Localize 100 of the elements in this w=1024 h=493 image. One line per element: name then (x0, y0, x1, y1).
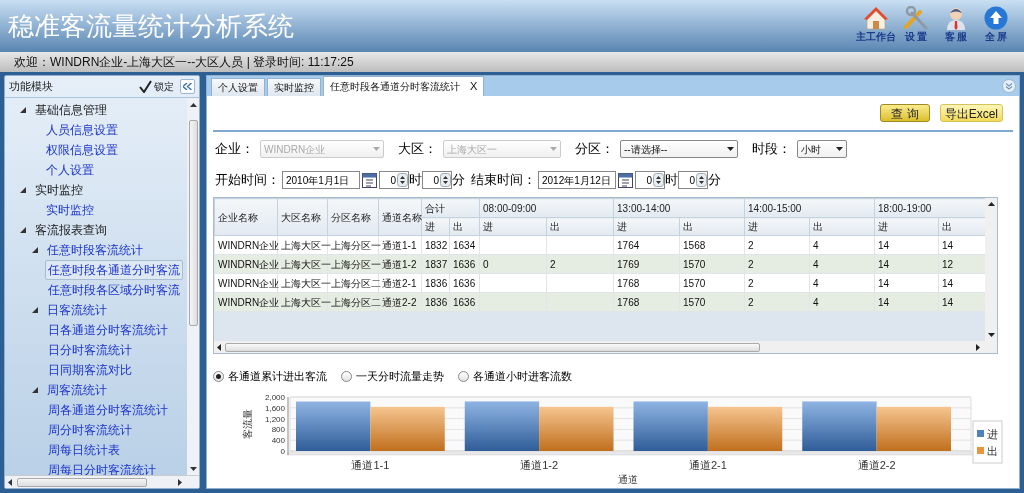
toolbar-button[interactable]: 全 屏 (976, 6, 1016, 42)
tree-item[interactable]: 人员信息设置 (43, 120, 121, 140)
date-field[interactable]: 2010年1月1日 (282, 171, 360, 189)
unit-label: 分 (452, 171, 465, 190)
toolbar-button[interactable]: 设 置 (896, 6, 936, 42)
table-cell: WINDRN企业 (214, 235, 278, 255)
radio-button[interactable] (213, 370, 224, 382)
spinner-field[interactable]: 0 (678, 171, 708, 189)
table-cell: 1568 (679, 235, 745, 255)
date-field[interactable]: 2012年1月12日 (538, 171, 616, 189)
tree-item[interactable]: 周客流统计 (45, 380, 109, 400)
y-tick-label: 400 (271, 435, 285, 445)
action-button[interactable]: 导出Excel (939, 104, 1003, 122)
dropdown-caret-icon[interactable] (727, 147, 734, 151)
unit-label: 时 (665, 171, 678, 190)
column-header: 18:00-19:00 (874, 198, 985, 218)
tree-item[interactable]: 基础信息管理 (33, 100, 109, 120)
x-tick-label: 通道2-1 (688, 458, 727, 471)
table-cell: 1636 (449, 254, 480, 274)
expand-toggle-icon[interactable] (19, 186, 27, 194)
tree-item[interactable]: 个人设置 (43, 160, 97, 180)
tree-item[interactable]: 客流报表查询 (33, 220, 109, 240)
toolbar-button[interactable]: 主工作台 (856, 6, 896, 42)
app-title: 稳准客流量统计分析系统 (8, 10, 294, 43)
tree-item[interactable]: 日同期客流对比 (45, 360, 135, 380)
action-button[interactable]: 查 询 (880, 104, 930, 122)
expand-icon[interactable] (1002, 79, 1016, 93)
dropdown-caret-icon[interactable] (836, 147, 843, 151)
spin-arrows-icon[interactable] (397, 173, 408, 187)
tab[interactable]: 个人设置 (211, 78, 265, 96)
unit-label: 时 (409, 171, 422, 190)
vertical-scrollbar[interactable] (187, 98, 199, 475)
calendar-icon[interactable] (362, 172, 377, 188)
lock-checkbox[interactable] (139, 80, 152, 93)
tree-item[interactable]: 周每日分时客流统计 (45, 460, 159, 475)
radio-button[interactable] (458, 370, 469, 382)
scrollbar-thumb[interactable] (188, 120, 198, 326)
close-tab-button[interactable]: X (470, 78, 478, 95)
tree-item[interactable]: 周各通道分时客流统计 (45, 400, 171, 420)
column-header: 大区名称 (277, 198, 328, 236)
tree-item[interactable]: 实时监控 (43, 200, 97, 220)
filter-label: 企业： (215, 140, 254, 159)
table-cell: 2 (744, 292, 810, 312)
tree-item[interactable]: 日各通道分时客流统计 (45, 320, 171, 340)
column-header: 分区名称 (327, 198, 379, 236)
tab[interactable]: 实时监控 (267, 78, 321, 96)
select-field[interactable]: --请选择-- (620, 140, 738, 158)
table-cell: 1764 (613, 235, 680, 255)
horizontal-scrollbar[interactable] (5, 475, 199, 488)
tree-item[interactable]: 任意时段各通道分时客流 (45, 260, 183, 280)
expand-toggle-icon[interactable] (31, 306, 39, 314)
tab[interactable]: 任意时段各通道分时客流统计 X (323, 76, 485, 96)
table-cell: 4 (809, 235, 875, 255)
tree-item[interactable]: 日分时客流统计 (45, 340, 135, 360)
expand-toggle-icon[interactable] (31, 246, 39, 254)
tree-item[interactable]: 任意时段客流统计 (45, 240, 145, 260)
spinner-field[interactable]: 0 (635, 171, 665, 189)
tree-item[interactable]: 权限信息设置 (43, 140, 121, 160)
collapse-icon (183, 83, 192, 90)
table-cell: 0 (479, 254, 547, 274)
select-field[interactable]: 小时 (797, 140, 847, 158)
table-cell: 14 (874, 273, 939, 293)
expand-toggle-icon[interactable] (31, 386, 39, 394)
scrollbar-thumb[interactable] (17, 477, 147, 487)
spin-arrows-icon[interactable] (696, 173, 707, 187)
scroll-left-icon (8, 478, 12, 486)
scrollbar-thumb[interactable] (225, 342, 760, 352)
horizontal-scrollbar[interactable] (214, 341, 997, 353)
vertical-scrollbar[interactable] (985, 198, 997, 341)
tree-item[interactable]: 周分时客流统计 (45, 420, 135, 440)
tree-item[interactable]: 周每日统计表 (45, 440, 123, 460)
tree-item[interactable]: 日客流统计 (45, 300, 109, 320)
y-tick-label: 0 (280, 446, 285, 456)
scroll-right-icon (976, 343, 980, 351)
radio-label: 各通道累计进出客流 (228, 369, 327, 384)
scroll-down-icon (987, 333, 995, 337)
table-cell: 2 (744, 254, 810, 274)
table-cell: 1636 (449, 273, 480, 293)
table-cell: 1634 (449, 235, 480, 255)
expand-toggle-icon[interactable] (19, 226, 27, 234)
table-cell: 2 (744, 273, 810, 293)
spin-arrows-icon[interactable] (440, 173, 451, 187)
tree-item[interactable]: 实时监控 (33, 180, 85, 200)
toolbar-button[interactable]: 客 服 (936, 6, 976, 42)
spinner-field[interactable]: 0 (379, 171, 409, 189)
radio-button[interactable] (341, 370, 352, 382)
legend-label: 出 (987, 444, 998, 457)
tools-icon (903, 6, 929, 30)
table-cell: 1768 (613, 292, 680, 312)
spin-arrows-icon[interactable] (653, 173, 664, 187)
tree-item[interactable]: 任意时段各区域分时客流 (45, 280, 183, 300)
legend-label: 进 (987, 427, 998, 440)
column-header: 08:00-09:00 (479, 198, 614, 218)
expand-toggle-icon[interactable] (19, 106, 27, 114)
spinner-field[interactable]: 0 (422, 171, 452, 189)
table-cell: 1768 (613, 273, 680, 293)
calendar-icon[interactable] (618, 172, 633, 188)
table-cell: 2 (744, 235, 810, 255)
time-label: 结束时间： (471, 171, 536, 190)
collapse-button[interactable] (180, 79, 195, 94)
